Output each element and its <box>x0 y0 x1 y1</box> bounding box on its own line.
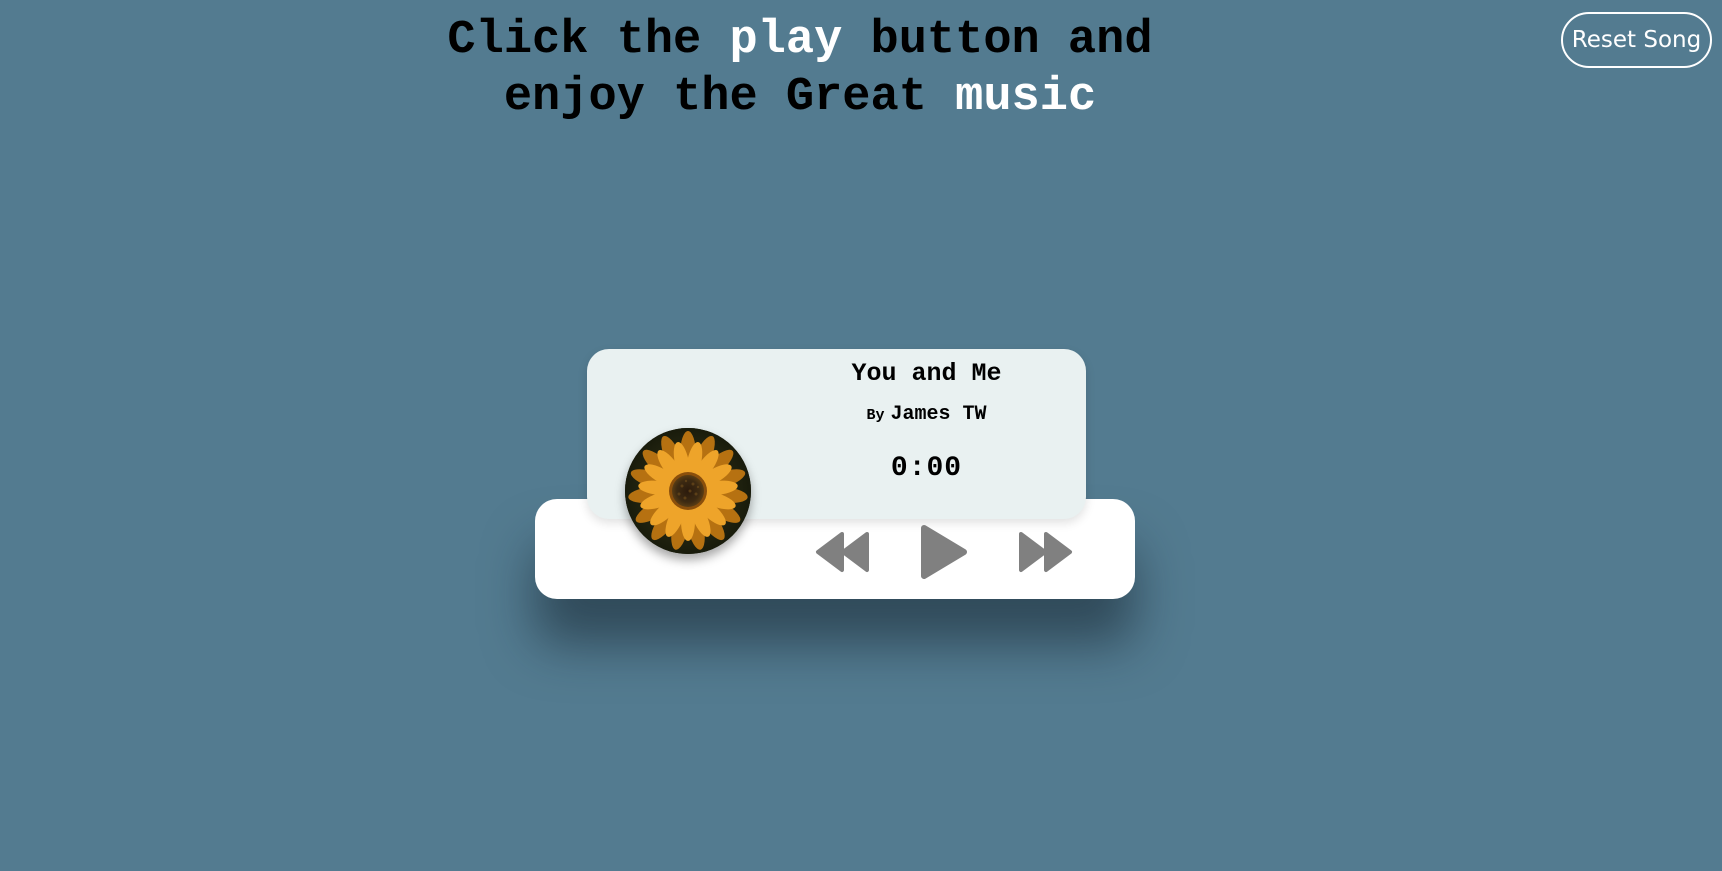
play-icon <box>921 525 967 579</box>
song-title: You and Me <box>851 359 1002 388</box>
headline-highlight-play: play <box>729 14 843 67</box>
headline-text: button and <box>842 14 1153 67</box>
next-track-button[interactable] <box>1017 530 1073 574</box>
album-art-sunflower <box>625 428 751 554</box>
headline-highlight-music: music <box>955 71 1097 124</box>
song-artist: By James TW <box>767 403 1086 426</box>
artist-prefix: By <box>866 407 885 424</box>
headline-text: enjoy the Great <box>503 71 956 124</box>
fast-forward-icon <box>1019 532 1072 572</box>
artist-name: James TW <box>890 403 987 426</box>
headline-line-1: Click the play button and <box>447 14 1152 67</box>
rewind-icon <box>816 532 869 572</box>
play-button[interactable] <box>918 524 968 580</box>
previous-track-button[interactable] <box>815 530 871 574</box>
song-time: 0:00 <box>890 453 963 484</box>
reset-song-button[interactable]: Reset Song <box>1561 12 1712 68</box>
page-headline: Click the play button and enjoy the Grea… <box>300 12 1300 126</box>
sunflower-image <box>625 428 751 554</box>
headline-text: Click the <box>447 14 730 67</box>
headline-line-2: enjoy the Great music <box>504 71 1096 124</box>
